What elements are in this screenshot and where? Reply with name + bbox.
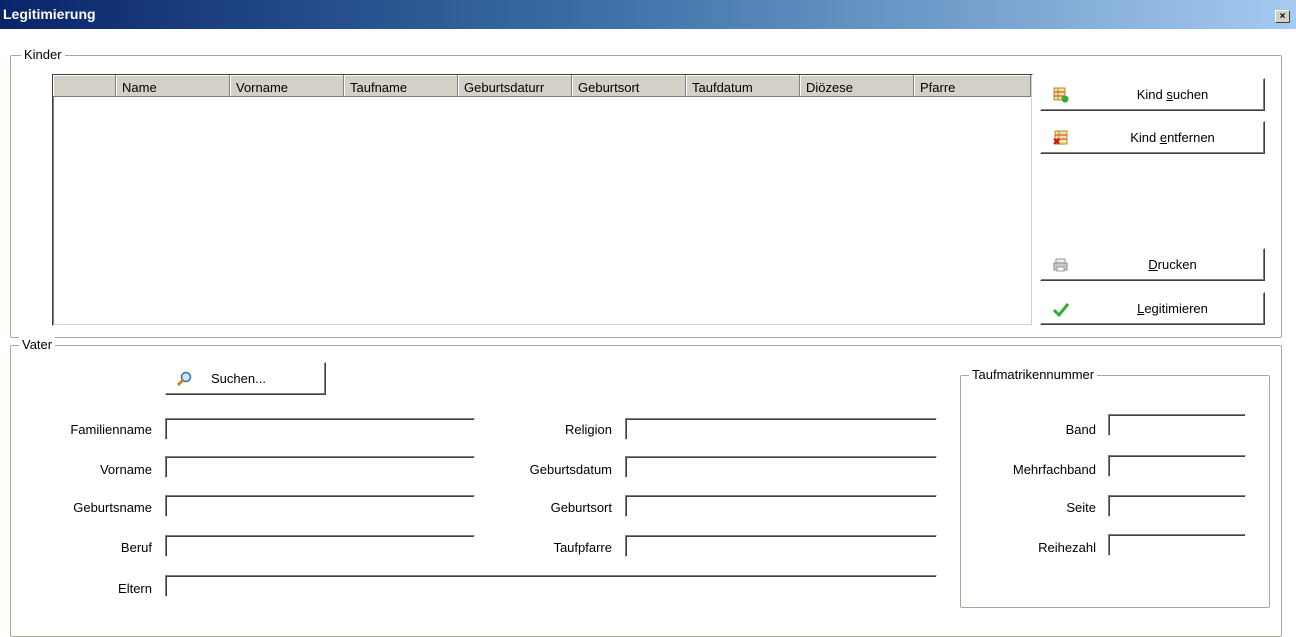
magnifier-icon bbox=[176, 371, 192, 387]
kind-suchen-label-pre: Kind bbox=[1136, 87, 1167, 102]
column-header-taufname[interactable]: Taufname bbox=[344, 75, 458, 97]
close-icon[interactable]: × bbox=[1275, 10, 1290, 23]
kind-entfernen-accel: e bbox=[1159, 130, 1168, 145]
familienname-label: Familienname bbox=[70, 422, 152, 437]
seite-label: Seite bbox=[1066, 500, 1096, 515]
reihezahl-field[interactable] bbox=[1108, 534, 1246, 556]
mehrfachband-label: Mehrfachband bbox=[1012, 462, 1096, 477]
kind-suchen-button[interactable]: Kind suchen bbox=[1040, 78, 1265, 111]
column-header-geburtsdatum[interactable]: Geburtsdaturr bbox=[458, 75, 572, 97]
legitimierung-window: Legitimierung × Kinder Name Vorname Tauf… bbox=[0, 0, 1296, 637]
taufmatrikennummer-group: Taufmatrikennummer bbox=[960, 367, 1270, 608]
vater-legend: Vater bbox=[19, 337, 56, 353]
kinder-legend: Kinder bbox=[21, 47, 65, 63]
column-header-taufdatum[interactable]: Taufdatum bbox=[686, 75, 800, 97]
drucken-accel: D bbox=[1148, 257, 1158, 272]
taufpfarre-field[interactable] bbox=[625, 535, 937, 557]
religion-label: Religion bbox=[565, 422, 612, 437]
drucken-button[interactable]: Drucken bbox=[1040, 248, 1265, 281]
kind-entfernen-label-pre: Kind bbox=[1130, 130, 1160, 145]
geburtsort-field[interactable] bbox=[625, 495, 937, 517]
kind-suchen-label-post: uchen bbox=[1172, 87, 1209, 102]
table-remove-icon bbox=[1053, 130, 1068, 145]
taufpfarre-label: Taufpfarre bbox=[553, 540, 612, 555]
printer-icon bbox=[1053, 258, 1068, 272]
kind-entfernen-label-post: ntfernen bbox=[1167, 130, 1215, 145]
suchen-label: Suchen... bbox=[211, 371, 266, 386]
band-field[interactable] bbox=[1108, 414, 1246, 436]
column-header-geburtsort[interactable]: Geburtsort bbox=[572, 75, 686, 97]
kinder-table-body bbox=[53, 75, 1032, 325]
window-title: Legitimierung bbox=[3, 6, 96, 22]
vorname-label: Vorname bbox=[99, 462, 152, 477]
geburtsort-label: Geburtsort bbox=[550, 500, 612, 515]
reihezahl-label: Reihezahl bbox=[1038, 540, 1096, 555]
drucken-label-post: rucken bbox=[1157, 257, 1197, 272]
taufmatrikennummer-legend: Taufmatrikennummer bbox=[969, 367, 1098, 383]
band-label: Band bbox=[1065, 422, 1096, 437]
beruf-field[interactable] bbox=[165, 535, 475, 557]
column-header-pfarre[interactable]: Pfarre bbox=[914, 75, 1031, 97]
kinder-table[interactable]: Name Vorname Taufname Geburtsdaturr Gebu… bbox=[52, 74, 1033, 326]
geburtsname-field[interactable] bbox=[165, 495, 475, 517]
geburtsname-label: Geburtsname bbox=[73, 500, 152, 515]
column-header-name[interactable]: Name bbox=[116, 75, 230, 97]
table-add-icon bbox=[1053, 87, 1069, 103]
legitimieren-button[interactable]: Legitimieren bbox=[1040, 292, 1265, 325]
eltern-field[interactable] bbox=[165, 575, 937, 597]
column-header-select[interactable] bbox=[53, 75, 116, 97]
vorname-field[interactable] bbox=[165, 456, 475, 478]
eltern-label: Eltern bbox=[118, 581, 152, 596]
religion-field[interactable] bbox=[625, 418, 937, 440]
title-bar: Legitimierung × bbox=[0, 0, 1296, 29]
kinder-table-header: Name Vorname Taufname Geburtsdaturr Gebu… bbox=[53, 75, 1032, 97]
beruf-label: Beruf bbox=[120, 540, 152, 555]
geburtsdatum-label: Geburtsdatum bbox=[529, 462, 612, 477]
column-header-vorname[interactable]: Vorname bbox=[230, 75, 344, 97]
legitimieren-label-post: egitimieren bbox=[1144, 301, 1208, 316]
mehrfachband-field[interactable] bbox=[1108, 455, 1246, 477]
seite-field[interactable] bbox=[1108, 495, 1246, 517]
checkmark-icon bbox=[1053, 303, 1069, 317]
familienname-field[interactable] bbox=[165, 418, 475, 440]
suchen-button[interactable]: Suchen... bbox=[165, 362, 326, 395]
geburtsdatum-field[interactable] bbox=[625, 456, 937, 478]
column-header-dioezese[interactable]: Diözese bbox=[800, 75, 914, 97]
kind-entfernen-button[interactable]: Kind entfernen bbox=[1040, 121, 1265, 154]
